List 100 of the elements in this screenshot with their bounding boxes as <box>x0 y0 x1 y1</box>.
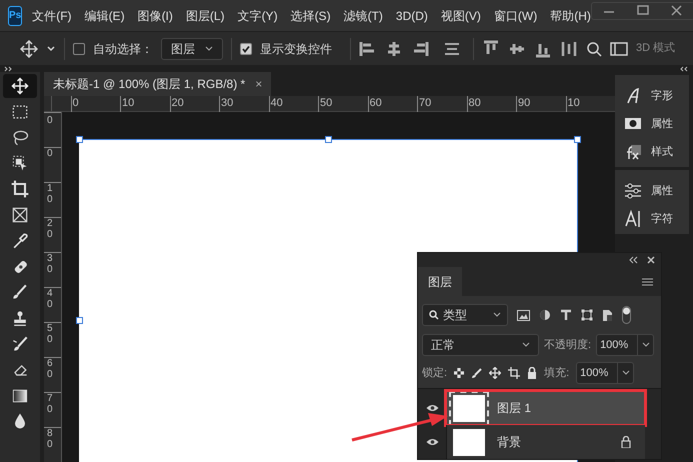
shape-icon[interactable] <box>581 309 593 321</box>
caret-icon[interactable] <box>622 370 630 376</box>
ruler-label: 90 <box>518 97 530 109</box>
document-title: 未标题-1 @ 100% (图层 1, RGB/8) * <box>53 76 246 93</box>
eye-icon[interactable] <box>426 404 438 412</box>
menu-item[interactable]: 文字(Y) <box>238 6 278 24</box>
ruler-label: 30 <box>47 253 54 276</box>
ruler-label: 0 <box>72 97 79 109</box>
transform-handle[interactable] <box>76 317 83 324</box>
expand-icon[interactable] <box>4 66 14 72</box>
filter-toggle-icon[interactable] <box>622 306 631 324</box>
layer-name: 背景 <box>497 434 521 451</box>
transform-handle[interactable] <box>574 136 581 143</box>
menu-item[interactable]: 编辑(E) <box>84 6 125 24</box>
menu-item[interactable]: 滤镜(T) <box>344 6 383 24</box>
lock-icon[interactable] <box>527 367 538 379</box>
panel-icon[interactable] <box>610 42 628 56</box>
move-icon[interactable] <box>20 40 38 58</box>
sliders-icon <box>624 181 642 201</box>
opacity-label: 不透明度: <box>544 338 592 353</box>
checkbox[interactable] <box>240 42 252 54</box>
ruler-label: 70 <box>419 97 432 109</box>
menu-item[interactable]: 窗口(W) <box>494 6 538 24</box>
layer-name: 图层 1 <box>497 400 532 417</box>
caret-icon <box>522 342 530 348</box>
menu-item[interactable]: 帮助(H) <box>550 6 591 24</box>
ruler-label: 50 <box>47 323 54 346</box>
eye-icon[interactable] <box>426 438 438 446</box>
align-icon[interactable] <box>560 40 578 58</box>
collapse-icon[interactable] <box>629 256 639 264</box>
ruler-label: 80 <box>47 428 54 450</box>
menu-item[interactable]: 3D(D) <box>396 6 428 24</box>
type-icon[interactable] <box>560 309 572 321</box>
collapse-icon[interactable] <box>679 66 689 72</box>
crop-icon <box>10 179 30 200</box>
smart-object-icon[interactable] <box>602 308 613 322</box>
ruler-label: 70 <box>47 393 54 416</box>
fill-field[interactable]: 100% <box>576 362 634 384</box>
ruler-label: 40 <box>270 97 283 109</box>
frame-icon <box>10 204 30 225</box>
panel-button[interactable]: 属性 <box>615 180 689 202</box>
search-icon[interactable] <box>586 40 602 56</box>
ruler-label: 40 <box>47 288 54 310</box>
document-tab[interactable]: 未标题-1 @ 100% (图层 1, RGB/8) * × <box>44 72 272 96</box>
caret-icon[interactable] <box>642 342 650 348</box>
menu-item[interactable]: 视图(V) <box>440 6 481 24</box>
close-button[interactable]: × <box>255 75 262 93</box>
brush-icon[interactable] <box>471 368 482 378</box>
layer-row[interactable]: 图层 1 <box>446 391 645 425</box>
transform-handle[interactable] <box>76 136 83 143</box>
adjustment-icon[interactable] <box>539 309 551 321</box>
menu-item[interactable]: 图层(L) <box>186 6 225 24</box>
ruler-label: 80 <box>468 97 481 109</box>
layer-dropdown[interactable]: 图层 <box>161 38 223 60</box>
search-icon <box>429 310 439 320</box>
layer-thumbnail <box>453 428 485 456</box>
artboard-icon[interactable] <box>508 367 520 379</box>
align-icon[interactable] <box>385 40 403 58</box>
menu-item[interactable]: 选择(S) <box>290 6 331 24</box>
checkbox[interactable] <box>73 42 85 54</box>
move-icon[interactable] <box>489 367 502 379</box>
transform-handle[interactable] <box>325 136 332 143</box>
ruler-label: 20 <box>47 218 54 240</box>
mode-label[interactable]: 3D 模式 <box>636 40 676 57</box>
blend-mode-dropdown[interactable]: 正常 <box>422 334 539 356</box>
close-icon[interactable] <box>647 256 655 264</box>
panel-tab[interactable]: 图层 <box>418 267 462 296</box>
image-icon[interactable] <box>517 310 530 320</box>
type-icon <box>624 209 642 229</box>
panel-button[interactable]: 属性 <box>615 113 689 135</box>
checkerboard-icon[interactable] <box>454 368 464 378</box>
ruler-label: 10 <box>568 97 580 109</box>
caret-icon[interactable] <box>46 44 56 54</box>
move-icon <box>10 76 30 96</box>
align-icon[interactable] <box>359 40 377 58</box>
ruler-label: 10 <box>47 183 54 206</box>
checkbox-label: 自动选择： <box>93 40 153 58</box>
menu-item[interactable]: 文件(F) <box>32 6 72 24</box>
menu-icon[interactable] <box>642 278 653 286</box>
ruler-label: 0 <box>47 148 54 160</box>
lock-label: 锁定: <box>422 366 448 381</box>
ruler-label: 30 <box>221 97 234 109</box>
app-logo: Ps <box>8 6 22 26</box>
ruler-label: 60 <box>47 358 54 380</box>
ruler-label: 60 <box>370 97 382 109</box>
align-icon[interactable] <box>411 40 429 58</box>
panel-button[interactable]: 字形 <box>615 85 689 107</box>
panel-button[interactable]: 样式 <box>615 141 689 163</box>
fx-icon <box>624 142 642 162</box>
checkbox-label: 显示变换控件 <box>260 40 332 58</box>
caret-icon <box>493 312 501 318</box>
panel-button[interactable]: 字符 <box>615 208 689 230</box>
lock-icon[interactable] <box>621 436 631 448</box>
caret-icon <box>205 46 213 52</box>
layer-row[interactable]: 背景 <box>446 425 645 459</box>
filter-dropdown[interactable]: 类型 <box>422 304 508 326</box>
move-tool[interactable] <box>3 74 37 98</box>
layer-thumbnail <box>453 394 485 422</box>
menu-item[interactable]: 图像(I) <box>138 6 173 24</box>
opacity-field[interactable]: 100% <box>596 334 654 356</box>
